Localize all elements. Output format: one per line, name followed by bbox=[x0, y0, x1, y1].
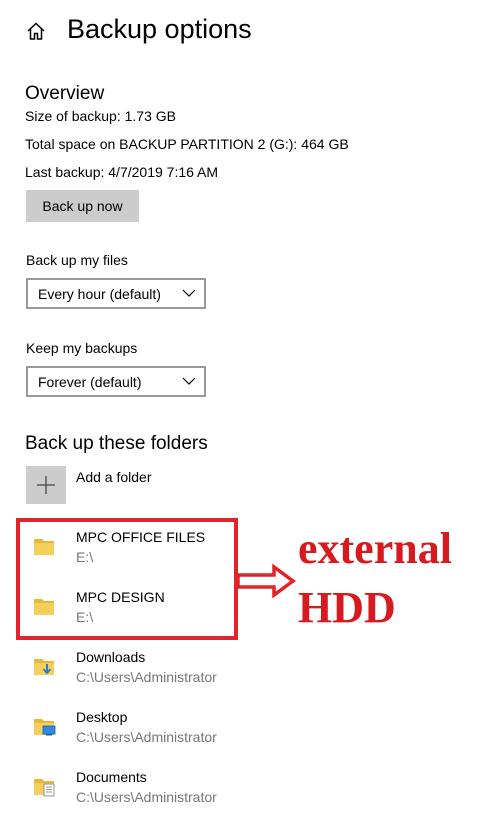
keep-backups-label: Keep my backups bbox=[26, 340, 138, 356]
folder-name: Downloads bbox=[76, 649, 146, 665]
annotation-hdd: HDD bbox=[298, 583, 396, 632]
folder-path: C:\Users\Administrator bbox=[76, 789, 217, 805]
folders-title: Back up these folders bbox=[25, 433, 208, 454]
last-backup-text: Last backup: 4/7/2019 7:16 AM bbox=[25, 164, 219, 180]
keep-backups-dropdown[interactable]: Forever (default) bbox=[26, 366, 206, 397]
home-icon[interactable] bbox=[26, 21, 46, 41]
arrow-right-icon bbox=[236, 563, 296, 599]
folder-name: Desktop bbox=[76, 709, 128, 725]
chevron-down-icon bbox=[182, 377, 196, 385]
add-folder-label[interactable]: Add a folder bbox=[76, 469, 152, 485]
overview-title: Overview bbox=[25, 83, 105, 104]
desktop-folder-icon bbox=[34, 719, 56, 736]
keep-backups-value: Forever (default) bbox=[38, 374, 142, 390]
folder-item[interactable]: Downloads C:\Users\Administrator bbox=[0, 645, 300, 695]
chevron-down-icon bbox=[182, 289, 196, 297]
header: Backup options bbox=[0, 0, 498, 64]
documents-folder-icon bbox=[34, 779, 55, 797]
backup-frequency-label: Back up my files bbox=[26, 252, 128, 268]
page-title: Backup options bbox=[67, 14, 252, 44]
folder-item[interactable]: Desktop C:\Users\Administrator bbox=[0, 705, 300, 755]
backup-size-text: Size of backup: 1.73 GB bbox=[25, 108, 176, 124]
annotation-external: external bbox=[298, 524, 452, 573]
folder-name: Documents bbox=[76, 769, 147, 785]
plus-icon bbox=[37, 476, 55, 494]
highlight-box bbox=[16, 518, 238, 640]
backup-frequency-value: Every hour (default) bbox=[38, 286, 161, 302]
back-up-now-button[interactable]: Back up now bbox=[26, 190, 139, 222]
folder-path: C:\Users\Administrator bbox=[76, 669, 217, 685]
folder-item[interactable]: Documents C:\Users\Administrator bbox=[0, 765, 300, 815]
backup-frequency-dropdown[interactable]: Every hour (default) bbox=[26, 278, 206, 309]
total-space-text: Total space on BACKUP PARTITION 2 (G:): … bbox=[25, 136, 349, 152]
add-folder-button[interactable] bbox=[26, 466, 66, 504]
downloads-folder-icon bbox=[34, 659, 54, 675]
folder-path: C:\Users\Administrator bbox=[76, 729, 217, 745]
